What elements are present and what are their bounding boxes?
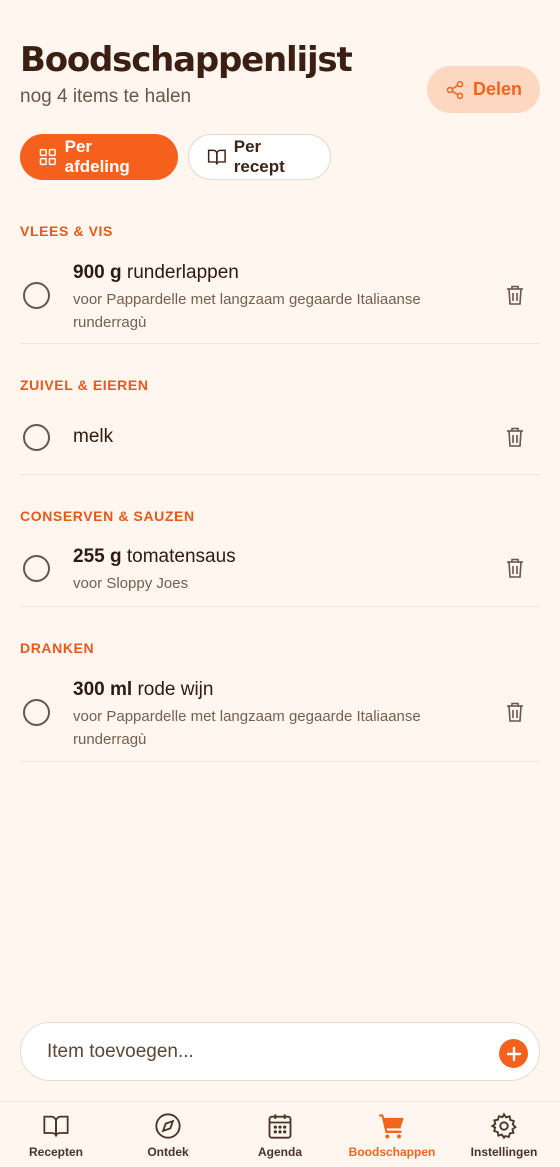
nav-item-groceries[interactable]: Boodschappen (336, 1112, 448, 1159)
toggle-per-department-label: Per afdeling (64, 137, 130, 176)
toggle-per-recipe[interactable]: Per recept (188, 134, 331, 180)
check-circle[interactable] (23, 699, 50, 726)
nav-item-recipes[interactable]: Recepten (0, 1112, 112, 1159)
trash-icon[interactable] (505, 284, 525, 306)
trash-icon[interactable] (505, 557, 525, 579)
book-icon (43, 1115, 69, 1137)
item-quantity: 255 g (73, 546, 122, 567)
open-book-icon (207, 149, 226, 165)
item-name: rode wijn (137, 679, 214, 700)
share-icon (446, 80, 464, 99)
section-title-drinks: DRANKEN (20, 640, 95, 656)
trash-icon[interactable] (505, 701, 525, 723)
toggle-per-department[interactable]: Per afdeling (20, 134, 178, 180)
item-name: runderlappen (126, 262, 239, 283)
plus-icon (506, 1046, 521, 1061)
share-button[interactable]: Delen (427, 66, 540, 113)
nav-label: Ontdek (147, 1145, 189, 1159)
list-item: 900 g runderlappen voor Pappardelle met … (20, 252, 540, 344)
check-circle[interactable] (23, 424, 50, 451)
list-item: 300 ml rode wijn voor Pappardelle met la… (20, 670, 540, 762)
item-quantity: 300 ml (73, 679, 133, 700)
calendar-icon (268, 1114, 292, 1139)
check-circle[interactable] (23, 555, 50, 582)
compass-icon (155, 1113, 181, 1139)
item-recipe-note: voor Pappardelle met langzaam gegaarde I… (73, 708, 421, 748)
item-name: melk (73, 426, 114, 447)
nav-label: Agenda (257, 1145, 302, 1159)
view-toggle: Per afdeling Per recept (20, 134, 331, 180)
item-recipe-note: voor Pappardelle met langzaam gegaarde I… (73, 291, 421, 331)
nav-label: Instellingen (470, 1145, 538, 1159)
item-recipe-note: voor Sloppy Joes (73, 575, 189, 592)
section-title-meat-fish: VLEES & VIS (20, 223, 113, 239)
trash-icon[interactable] (505, 426, 525, 448)
bottom-nav: Recepten Ontdek Agenda Boodschappen Inst… (0, 1101, 560, 1167)
add-item-button[interactable] (499, 1039, 528, 1068)
add-item-input[interactable]: Item toevoegen... (47, 1041, 194, 1063)
item-name: tomatensaus (126, 546, 236, 567)
toggle-per-recipe-label: Per recept (233, 137, 285, 176)
share-label: Delen (472, 79, 523, 99)
cart-icon (379, 1114, 404, 1139)
list-item: melk (20, 405, 540, 475)
nav-item-agenda[interactable]: Agenda (224, 1112, 336, 1159)
grid-icon (39, 148, 56, 166)
nav-item-discover[interactable]: Ontdek (112, 1112, 224, 1159)
section-title-dairy-eggs: ZUIVEL & EIEREN (20, 377, 149, 393)
nav-label: Recepten (28, 1145, 84, 1159)
section-title-canned-sauces: CONSERVEN & SAUZEN (20, 508, 195, 524)
add-item-bar: Item toevoegen... (20, 1022, 540, 1081)
nav-item-settings[interactable]: Instellingen (448, 1112, 560, 1159)
nav-label: Boodschappen (348, 1145, 436, 1159)
gear-icon (490, 1112, 517, 1140)
check-circle[interactable] (23, 282, 50, 309)
item-quantity: 900 g (73, 262, 122, 283)
list-item: 255 g tomatensaus voor Sloppy Joes (20, 538, 540, 607)
